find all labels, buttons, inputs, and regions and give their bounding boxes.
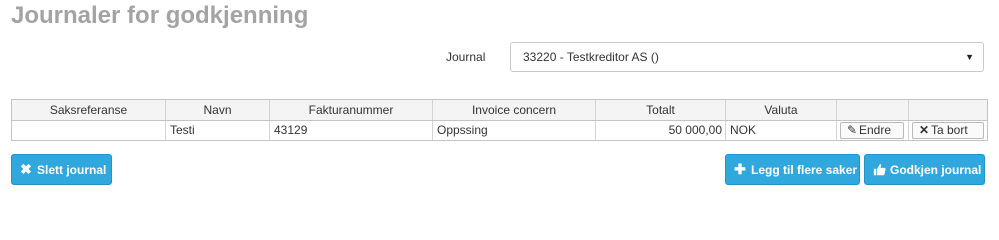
col-header-invoice-concern: Invoice concern — [433, 100, 596, 120]
plus-icon: ✚ — [734, 161, 746, 177]
col-header-navn: Navn — [166, 100, 270, 120]
col-header-fakturanummer: Fakturanummer — [270, 100, 433, 120]
cell-navn: Testi — [166, 121, 270, 140]
x-icon: ✖ — [20, 161, 32, 177]
col-header-saksreferanse: Saksreferanse — [12, 100, 166, 120]
approve-journal-button[interactable]: Godkjen journal — [864, 154, 985, 185]
approve-journal-label: Godkjen journal — [890, 163, 982, 177]
journal-select[interactable]: 33220 - Testkreditor AS () ▼ — [510, 42, 984, 72]
page-title: Journaler for godkjenning — [11, 2, 309, 29]
journal-label: Journal — [446, 50, 486, 64]
remove-button-label: Ta bort — [931, 123, 968, 137]
edit-button-label: Endre — [859, 123, 892, 137]
add-more-cases-label: Legg til flere saker — [751, 163, 858, 177]
col-header-edit — [837, 100, 909, 120]
col-header-totalt: Totalt — [596, 100, 726, 120]
remove-button[interactable]: ✕ Ta bort — [912, 122, 984, 139]
col-header-valuta: Valuta — [726, 100, 837, 120]
edit-button[interactable]: ✎ Endre — [840, 122, 904, 139]
thumbs-up-icon — [871, 155, 887, 184]
table-header-row: Saksreferanse Navn Fakturanummer Invoice… — [12, 100, 987, 121]
cell-invoice-concern: Oppssing — [433, 121, 596, 140]
col-header-remove — [909, 100, 987, 120]
cell-valuta: NOK — [726, 121, 837, 140]
x-icon: ✕ — [918, 123, 930, 137]
journal-select-value: 33220 - Testkreditor AS () — [523, 50, 659, 64]
delete-journal-label: Slett journal — [37, 163, 107, 177]
cell-totalt: 50 000,00 — [596, 121, 726, 140]
add-more-cases-button[interactable]: ✚ Legg til flere saker — [725, 154, 860, 185]
caret-down-icon: ▼ — [965, 52, 974, 62]
cell-saksreferanse — [12, 121, 166, 140]
cell-remove: ✕ Ta bort — [909, 121, 987, 140]
journal-table: Saksreferanse Navn Fakturanummer Invoice… — [11, 99, 988, 141]
delete-journal-button[interactable]: ✖ Slett journal — [11, 154, 112, 185]
pencil-icon: ✎ — [846, 123, 858, 137]
table-row: Testi 43129 Oppssing 50 000,00 NOK ✎ Endr… — [12, 121, 987, 140]
cell-edit: ✎ Endre — [837, 121, 909, 140]
cell-fakturanummer: 43129 — [270, 121, 433, 140]
